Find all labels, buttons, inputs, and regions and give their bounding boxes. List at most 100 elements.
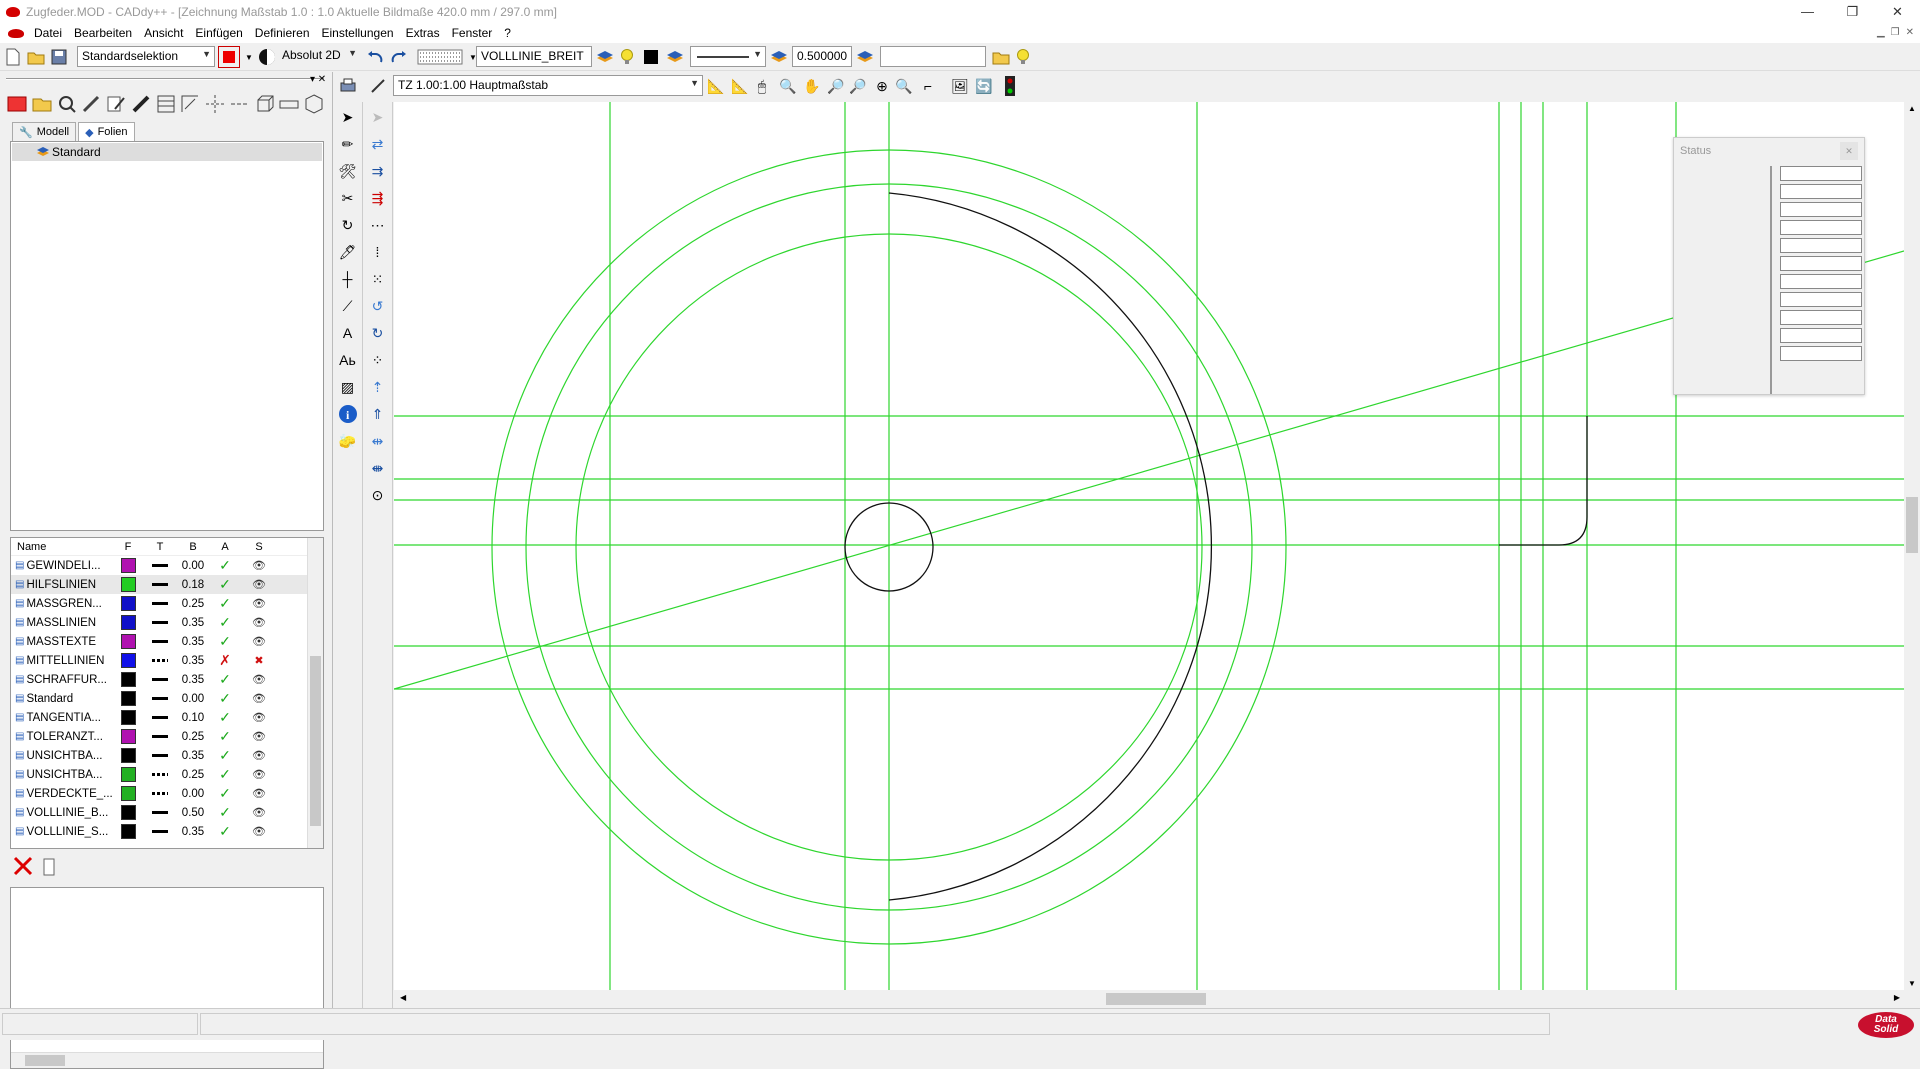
- visible-eye-icon[interactable]: 👁: [242, 635, 276, 648]
- zoom-all-icon[interactable]: ⊕: [871, 75, 893, 97]
- layer-width[interactable]: 0.35: [178, 750, 208, 762]
- header-s[interactable]: S: [242, 541, 276, 553]
- header-f[interactable]: F: [114, 541, 142, 553]
- layer-color-swatch[interactable]: [114, 824, 142, 839]
- visible-eye-icon[interactable]: 👁: [242, 692, 276, 705]
- select-arrow-icon[interactable]: ➤: [336, 105, 360, 129]
- layer-width[interactable]: 0.35: [178, 655, 208, 667]
- layer-row[interactable]: ▤ UNSICHTBA... 0.35 ✓ 👁: [11, 746, 323, 765]
- menu-definieren[interactable]: Definieren: [249, 26, 316, 40]
- layer-linetype[interactable]: [142, 735, 178, 738]
- pen-icon[interactable]: [80, 93, 101, 115]
- layer-color-swatch[interactable]: [114, 748, 142, 763]
- layer-linetype[interactable]: [142, 754, 178, 757]
- visible-eye-icon[interactable]: 👁: [242, 825, 276, 838]
- rotate-icon[interactable]: ↻: [336, 213, 360, 237]
- visible-eye-icon[interactable]: 👁: [242, 806, 276, 819]
- active-check-icon[interactable]: ✓: [208, 576, 242, 593]
- mdi-close-button[interactable]: ✕: [1906, 27, 1914, 38]
- panel-pin-icon[interactable]: ▾ ✕: [310, 74, 326, 85]
- layer-width[interactable]: 0.35: [178, 826, 208, 838]
- visible-eye-icon[interactable]: 👁: [242, 749, 276, 762]
- layer-color-swatch[interactable]: [114, 710, 142, 725]
- layer-new-icon[interactable]: [31, 93, 52, 115]
- visible-eye-icon[interactable]: 👁: [242, 787, 276, 800]
- layer-row[interactable]: ▤ HILFSLINIEN 0.18 ✓ 👁: [11, 575, 323, 594]
- redraw-icon[interactable]: ⌐: [917, 75, 939, 97]
- layer-row[interactable]: ▤ MASSGREN... 0.25 ✓ 👁: [11, 594, 323, 613]
- new-file-icon[interactable]: [2, 46, 24, 68]
- scroll-right-arrow[interactable]: ▶: [1894, 993, 1900, 1002]
- panel-grip[interactable]: [6, 78, 324, 80]
- status-dialog-header[interactable]: Status ✕: [1674, 138, 1864, 164]
- layer-list-scroll-thumb[interactable]: [310, 656, 321, 826]
- layer-width[interactable]: 0.00: [178, 788, 208, 800]
- stretch-bold-icon[interactable]: ⇼: [366, 456, 390, 480]
- close-button[interactable]: ✕: [1875, 0, 1920, 23]
- layer-color-swatch[interactable]: [114, 672, 142, 687]
- move-icon[interactable]: ⇄: [366, 132, 390, 156]
- layer-search-icon[interactable]: [56, 93, 77, 115]
- layer-row[interactable]: ▤ MITTELLINIEN 0.35 ✗ ✖: [11, 651, 323, 670]
- centerline-icon[interactable]: [204, 93, 225, 115]
- active-check-icon[interactable]: ✓: [208, 595, 242, 612]
- stretch-icon[interactable]: ⇹: [366, 429, 390, 453]
- layer-row[interactable]: ▤ GEWINDELI... 0.00 ✓ 👁: [11, 556, 323, 575]
- zoom-prev-icon[interactable]: 🔍: [893, 75, 915, 97]
- layer-row[interactable]: ▤ SCHRAFFUR... 0.35 ✓ 👁: [11, 670, 323, 689]
- snap-icon[interactable]: 📐: [705, 75, 727, 97]
- visible-eye-icon[interactable]: 👁: [242, 711, 276, 724]
- visible-eye-icon[interactable]: 👁: [242, 597, 276, 610]
- canvas-vscroll-thumb[interactable]: [1906, 497, 1918, 553]
- layer-width[interactable]: 0.18: [178, 579, 208, 591]
- layer-row[interactable]: ▤ TANGENTIA... 0.10 ✓ 👁: [11, 708, 323, 727]
- layer-color-swatch[interactable]: [114, 615, 142, 630]
- active-check-icon[interactable]: ✓: [208, 785, 242, 802]
- menu-extras[interactable]: Extras: [400, 26, 446, 40]
- layer-linetype[interactable]: [142, 621, 178, 624]
- pointer-disabled-icon[interactable]: ➤: [366, 105, 390, 129]
- canvas-horizontal-scrollbar[interactable]: ◀ ▶: [394, 990, 1904, 1008]
- array-grid-icon[interactable]: ⁙: [366, 267, 390, 291]
- active-check-icon[interactable]: ✓: [208, 633, 242, 650]
- minimize-button[interactable]: —: [1785, 0, 1830, 23]
- line-width-stack-icon[interactable]: [768, 46, 790, 68]
- traffic-light-icon[interactable]: [999, 75, 1021, 97]
- dashline-icon[interactable]: [229, 93, 250, 115]
- layer-color-swatch[interactable]: [114, 558, 142, 573]
- pan-hand-icon[interactable]: ✋: [801, 75, 823, 97]
- box-3d-icon[interactable]: [254, 93, 275, 115]
- hatch-tool-icon[interactable]: ▨: [336, 375, 360, 399]
- layer-color-swatch[interactable]: [114, 653, 142, 668]
- visible-eye-icon[interactable]: 👁: [242, 673, 276, 686]
- layer-width[interactable]: 0.35: [178, 617, 208, 629]
- layer-row[interactable]: ▤ TOLERANZT... 0.25 ✓ 👁: [11, 727, 323, 746]
- move-up-fast-icon[interactable]: ⇑: [366, 402, 390, 426]
- visible-eye-icon[interactable]: 👁: [242, 730, 276, 743]
- layer-row[interactable]: ▤ UNSICHTBA... 0.25 ✓ 👁: [11, 765, 323, 784]
- coord-mode-select[interactable]: Absolut 2D ▼: [278, 46, 360, 67]
- menu-help[interactable]: ?: [498, 26, 517, 40]
- layer-row[interactable]: ▤ VERDECKTE_... 0.00 ✓ 👁: [11, 784, 323, 803]
- line-type-select[interactable]: ▼: [690, 46, 766, 67]
- eraser-icon[interactable]: 🧽: [336, 429, 360, 453]
- mdi-restore-button[interactable]: ❐: [1891, 27, 1900, 38]
- edit-doc-icon[interactable]: [105, 93, 126, 115]
- layer-color-swatch[interactable]: [114, 691, 142, 706]
- bulb-icon[interactable]: [1012, 46, 1034, 68]
- layer-width[interactable]: 0.35: [178, 636, 208, 648]
- snap-angle-icon[interactable]: 📐: [729, 75, 751, 97]
- array-icon[interactable]: ⁞: [366, 240, 390, 264]
- color-black-swatch[interactable]: [640, 46, 662, 68]
- menu-datei[interactable]: Datei: [28, 26, 68, 40]
- layer-linetype[interactable]: [142, 792, 178, 795]
- layer-color-swatch[interactable]: [114, 767, 142, 782]
- layer-color-swatch[interactable]: [114, 786, 142, 801]
- layer-manager-icon[interactable]: [6, 93, 27, 115]
- canvas-hscroll-thumb[interactable]: [1106, 993, 1206, 1005]
- clip-icon[interactable]: [40, 855, 58, 877]
- layer-color-swatch[interactable]: [114, 634, 142, 649]
- header-a[interactable]: A: [208, 541, 242, 553]
- layer-row[interactable]: ▤ Standard 0.00 ✓ 👁: [11, 689, 323, 708]
- scroll-up-arrow[interactable]: ▲: [1908, 104, 1916, 113]
